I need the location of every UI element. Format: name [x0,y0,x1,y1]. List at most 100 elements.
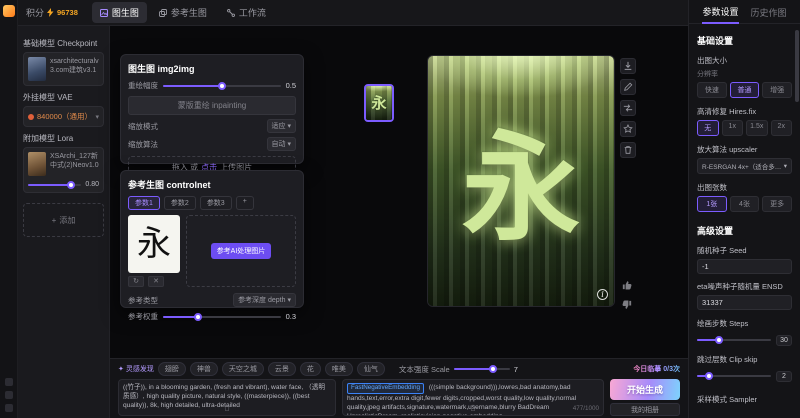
prompt-tag[interactable]: 神兽 [190,362,218,376]
advanced-settings-header: 高级设置 [697,224,792,237]
compare-icon[interactable] [620,100,636,116]
download-icon[interactable] [620,58,636,74]
info-icon[interactable]: i [597,289,608,300]
img2img-panel-title: 图生图 img2img [128,62,296,75]
vae-color-dot-icon [28,114,34,120]
tab-img2img-label: 图生图 [112,6,139,19]
steps-slider[interactable] [697,339,771,341]
denoise-slider[interactable] [163,85,281,87]
clear-positive-trash-icon[interactable] [223,404,231,415]
trash-icon[interactable] [620,142,636,158]
embedding-chip[interactable]: FastNegativeEmbedding [347,383,424,394]
refresh-icon[interactable]: ↻ [128,276,144,287]
workflow-icon [227,9,235,17]
lora-name: XSArchi_127新中式(2)Neov1.0 [50,152,99,176]
sampler-label: 采样模式 Sampler [697,394,792,405]
prompt-tag[interactable]: 云景 [268,362,296,376]
plus-icon: + [52,216,57,225]
prompt-bar: ✦ 灵感发现 翅膀 神兽 天空之城 云景 花 唯美 仙气 文本强度 Scale … [110,358,688,418]
vae-value: 840000（通用） [37,111,92,122]
clip-skip-slider[interactable] [697,375,771,377]
hires-option-none[interactable]: 无 [697,120,719,136]
thumbs-up-icon[interactable] [620,278,634,292]
rail-icon-1[interactable] [5,378,13,386]
controlnet-tab-3[interactable]: 参数3 [200,196,232,210]
checkpoint-name: xsarchitecturalv3.com建筑v3.1 [50,57,99,81]
checkpoint-section-label: 基础模型 Checkpoint [23,38,104,49]
prompt-tag[interactable]: 仙气 [357,362,385,376]
prompt-tag[interactable]: 翅膀 [158,362,186,376]
clear-negative-trash-icon[interactable] [469,404,477,415]
ensd-input[interactable]: 31337 [697,295,792,310]
image-icon [100,9,108,17]
lora-weight-value: 0.80 [85,181,99,188]
tab-img2img[interactable]: 图生图 [92,2,147,23]
prompt-tag[interactable]: 唯美 [325,362,353,376]
clip-skip-value[interactable]: 2 [776,371,792,382]
rail-icon-2[interactable] [5,391,13,399]
hires-option-2x[interactable]: 2x [771,120,793,136]
lora-section-label: 附加模型 Lora [23,133,104,144]
inpaint-button[interactable]: 蒙版重绘 inpainting [128,96,296,115]
lora-weight-slider[interactable] [28,184,81,186]
cfg-scale-slider[interactable] [454,368,510,370]
seed-input[interactable]: -1 [697,259,792,274]
upscaler-select[interactable]: R-ESRGAN 4x+（适合多种风格） ▾ [697,158,792,174]
checkpoint-card[interactable]: xsarchitecturalv3.com建筑v3.1 [23,52,104,86]
tab-reference-gen[interactable]: 参考生图 [151,2,215,23]
denoise-value: 0.5 [286,81,296,90]
vae-section-label: 外挂模型 VAE [23,92,104,103]
size-option-normal[interactable]: 普通 [730,82,760,98]
prompt-tag[interactable]: 天空之城 [222,362,264,376]
reference-weight-slider[interactable] [163,316,281,318]
lora-card[interactable]: XSArchi_127新中式(2)Neov1.0 0.80 [23,147,104,193]
controlnet-tab-1[interactable]: 参数1 [128,196,160,210]
steps-value[interactable]: 30 [776,335,792,346]
rating-bar [620,278,634,312]
star-icon[interactable] [620,121,636,137]
controlnet-tab-2[interactable]: 参数2 [164,196,196,210]
lora-thumbnail [28,152,46,176]
add-model-label: 添加 [59,215,75,226]
edit-icon[interactable] [620,79,636,95]
count-option-4[interactable]: 4张 [730,196,760,212]
controlnet-add-tab-button[interactable]: + [236,196,254,210]
count-option-1[interactable]: 1张 [697,196,727,212]
app-logo-icon[interactable] [3,5,15,17]
vae-select[interactable]: 840000（通用） ▾ [23,106,104,127]
negative-prompt-input[interactable]: FastNegativeEmbedding (((simple backgrou… [342,379,604,416]
tab-workflow[interactable]: 工作流 [219,2,274,23]
remove-icon[interactable]: ✕ [148,276,164,287]
tab-workflow-label: 工作流 [239,6,266,19]
generated-image[interactable]: 永 i [428,56,614,306]
ensd-label: eta噪声种子随机量 ENSD [697,282,792,292]
hires-option-1x[interactable]: 1x [722,120,744,136]
basic-settings-header: 基础设置 [697,34,792,47]
result-thumbnail[interactable]: 永 [364,84,394,122]
rail-icon-3[interactable] [5,404,13,412]
chevron-down-icon: ▾ [95,113,99,121]
controlnet-processed-dropzone[interactable]: 参考AI处理图片 [186,215,296,287]
add-model-button[interactable]: + 添加 [23,203,104,237]
prompt-tag[interactable]: 花 [300,362,321,376]
layers-icon [159,9,167,17]
size-option-enhanced[interactable]: 增强 [762,82,792,98]
scale-mode-select[interactable]: 适应 ▾ [267,119,296,133]
size-option-fast[interactable]: 快速 [697,82,727,98]
hires-option-1-5x[interactable]: 1.5x [746,120,768,136]
controlnet-reference-image[interactable]: 永 [128,215,180,273]
tab-history[interactable]: 历史作图 [751,1,787,23]
panel-scrollbar[interactable] [795,30,799,102]
scale-algo-select[interactable]: 自动 ▾ [267,137,296,151]
ai-preprocess-button[interactable]: 参考AI处理图片 [211,243,272,259]
steps-label: 绘画步数 Steps [697,318,792,329]
reference-type-select[interactable]: 参考深度 depth ▾ [233,293,296,307]
credits-display[interactable]: 积分 96738 [26,6,78,19]
my-album-button[interactable]: 我的相册 [610,403,680,416]
count-option-more[interactable]: 更多 [762,196,792,212]
inspiration-button[interactable]: ✦ 灵感发现 [118,364,154,374]
generate-button[interactable]: 开始生成 [610,379,680,400]
positive-prompt-input[interactable]: ((竹子)), in a blooming garden, (fresh and… [118,379,336,416]
thumbs-down-icon[interactable] [620,298,634,312]
tab-parameter-settings[interactable]: 参数设置 [702,0,738,24]
